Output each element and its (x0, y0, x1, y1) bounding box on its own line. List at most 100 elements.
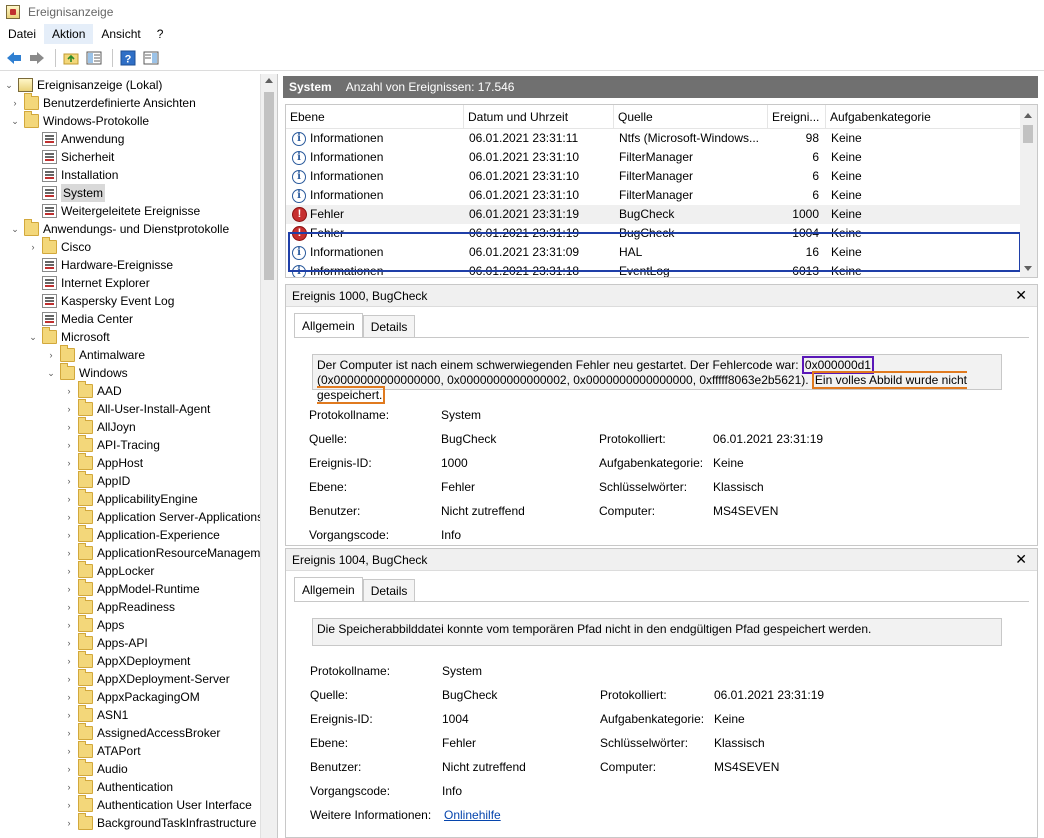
tree-item[interactable]: › Application Server-Applications (64, 507, 263, 526)
tree-item[interactable]: › Application-Experience (64, 525, 220, 544)
back-arrow-icon[interactable] (4, 48, 24, 68)
tree-item[interactable]: › ASN1 (64, 705, 128, 724)
tree-item[interactable]: ⌄ Anwendungs- und Dienstprotokolle (10, 219, 229, 238)
chevron-right-icon[interactable]: › (64, 526, 74, 544)
chevron-right-icon[interactable]: › (64, 742, 74, 760)
chevron-right-icon[interactable]: › (64, 472, 74, 490)
chevron-right-icon[interactable]: › (64, 418, 74, 436)
event-row[interactable]: i Informationen 06.01.2021 23:31:10 FilterM… (286, 186, 1022, 205)
help-icon[interactable]: ? (118, 48, 138, 68)
tree-item[interactable]: › Apps-API (64, 633, 148, 652)
menu-help[interactable]: ? (149, 24, 172, 44)
tree-item[interactable]: Sicherheit (28, 148, 114, 166)
event-list-scrollbar[interactable] (1020, 105, 1037, 277)
action-pane-icon[interactable] (141, 48, 161, 68)
close-icon[interactable]: ✕ (1015, 287, 1027, 304)
tree-item[interactable]: › Benutzerdefinierte Ansichten (10, 93, 196, 112)
chevron-right-icon[interactable]: › (64, 544, 74, 562)
tab-details[interactable]: Details (362, 579, 416, 601)
menu-datei[interactable]: Datei (0, 24, 44, 44)
up-folder-icon[interactable] (61, 48, 81, 68)
chevron-right-icon[interactable]: › (64, 382, 74, 400)
tree-item[interactable]: › BackgroundTaskInfrastructure (64, 813, 256, 832)
chevron-right-icon[interactable]: › (64, 454, 74, 472)
chevron-right-icon[interactable]: › (46, 346, 56, 364)
chevron-right-icon[interactable]: › (64, 778, 74, 796)
menu-ansicht[interactable]: Ansicht (93, 24, 148, 44)
tree-item[interactable]: Kaspersky Event Log (28, 292, 174, 310)
show-hide-tree-icon[interactable] (84, 48, 104, 68)
tree-item[interactable]: › AppXDeployment (64, 651, 190, 670)
tree-item[interactable]: › AppModel-Runtime (64, 579, 200, 598)
tree-item[interactable]: › Authentication (64, 777, 173, 796)
column-header-ebene[interactable]: Ebene (286, 105, 464, 129)
scroll-thumb[interactable] (264, 92, 274, 280)
chevron-right-icon[interactable]: › (64, 598, 74, 616)
tree-item[interactable]: › AppHost (64, 453, 143, 472)
chevron-right-icon[interactable]: › (64, 436, 74, 454)
close-icon[interactable]: ✕ (1015, 551, 1027, 568)
tree-item[interactable]: Media Center (28, 310, 133, 328)
tab-allgemein[interactable]: Allgemein (294, 313, 363, 337)
column-header-aufgabenkategorie[interactable]: Aufgabenkategorie (826, 105, 1022, 129)
tree-item[interactable]: › AppxPackagingOM (64, 687, 200, 706)
tree-item[interactable]: › AppLocker (64, 561, 154, 580)
chevron-down-icon[interactable]: ⌄ (4, 76, 14, 94)
tree-item[interactable]: › AppReadiness (64, 597, 175, 616)
tree-item[interactable]: Hardware-Ereignisse (28, 256, 173, 274)
chevron-right-icon[interactable]: › (64, 760, 74, 778)
chevron-right-icon[interactable]: › (64, 508, 74, 526)
tree-item[interactable]: › AssignedAccessBroker (64, 723, 220, 742)
chevron-down-icon[interactable]: ⌄ (10, 220, 20, 238)
chevron-right-icon[interactable]: › (64, 580, 74, 598)
event-row[interactable]: i Informationen 06.01.2021 23:31:10 FilterM… (286, 167, 1022, 186)
chevron-down-icon[interactable]: ⌄ (28, 328, 38, 346)
column-header-quelle[interactable]: Quelle (614, 105, 768, 129)
tree-item[interactable]: › AAD (64, 381, 122, 400)
chevron-right-icon[interactable]: › (10, 94, 20, 112)
chevron-right-icon[interactable]: › (28, 238, 38, 256)
onlinehilfe-link[interactable]: Onlinehilfe (444, 808, 501, 822)
tree-item[interactable]: › API-Tracing (64, 435, 160, 454)
scroll-up-icon[interactable] (1024, 113, 1032, 118)
tree-item[interactable]: ⌄ Microsoft (28, 327, 110, 346)
tree-scrollbar[interactable] (260, 74, 277, 838)
scroll-down-icon[interactable] (1024, 266, 1032, 271)
chevron-right-icon[interactable]: › (64, 814, 74, 832)
chevron-right-icon[interactable]: › (64, 634, 74, 652)
tree-item[interactable]: › Apps (64, 615, 124, 634)
event-row[interactable]: i Informationen 06.01.2021 23:31:10 FilterM… (286, 148, 1022, 167)
chevron-right-icon[interactable]: › (64, 652, 74, 670)
chevron-right-icon[interactable]: › (64, 490, 74, 508)
chevron-right-icon[interactable]: › (64, 724, 74, 742)
tree-item[interactable]: Weitergeleitete Ereignisse (28, 202, 200, 220)
column-header-datum[interactable]: Datum und Uhrzeit (464, 105, 614, 129)
chevron-down-icon[interactable]: ⌄ (46, 364, 56, 382)
tree-item[interactable]: › All-User-Install-Agent (64, 399, 210, 418)
tree-item[interactable]: ⌄ Windows-Protokolle (10, 111, 149, 130)
chevron-right-icon[interactable]: › (64, 796, 74, 814)
chevron-right-icon[interactable]: › (64, 562, 74, 580)
tree-item[interactable]: Installation (28, 166, 118, 184)
tab-allgemein[interactable]: Allgemein (294, 577, 363, 601)
forward-arrow-icon[interactable] (27, 48, 47, 68)
tree-item[interactable]: › ApplicationResourceManagementSystem (64, 543, 277, 562)
tree-item[interactable]: › AppID (64, 471, 130, 490)
chevron-right-icon[interactable]: › (64, 670, 74, 688)
tree-item[interactable]: › ApplicabilityEngine (64, 489, 198, 508)
scroll-up-icon[interactable] (265, 78, 273, 83)
column-header-ereignis-id[interactable]: Ereigni... (768, 105, 826, 129)
tree-item[interactable]: Anwendung (28, 130, 124, 148)
chevron-right-icon[interactable]: › (64, 400, 74, 418)
tree-item[interactable]: › AppXDeployment-Server (64, 669, 230, 688)
tree-item[interactable]: › Audio (64, 759, 128, 778)
chevron-down-icon[interactable]: ⌄ (10, 112, 20, 130)
tab-details[interactable]: Details (362, 315, 416, 337)
tree-item[interactable]: ⌄ Windows (46, 363, 128, 382)
tree-item[interactable]: System (28, 184, 106, 202)
menu-aktion[interactable]: Aktion (44, 24, 94, 44)
tree-item[interactable]: › Cisco (28, 237, 91, 256)
tree-item[interactable]: Internet Explorer (28, 274, 150, 292)
scroll-thumb[interactable] (1023, 125, 1033, 143)
tree-item[interactable]: › ATAPort (64, 741, 141, 760)
